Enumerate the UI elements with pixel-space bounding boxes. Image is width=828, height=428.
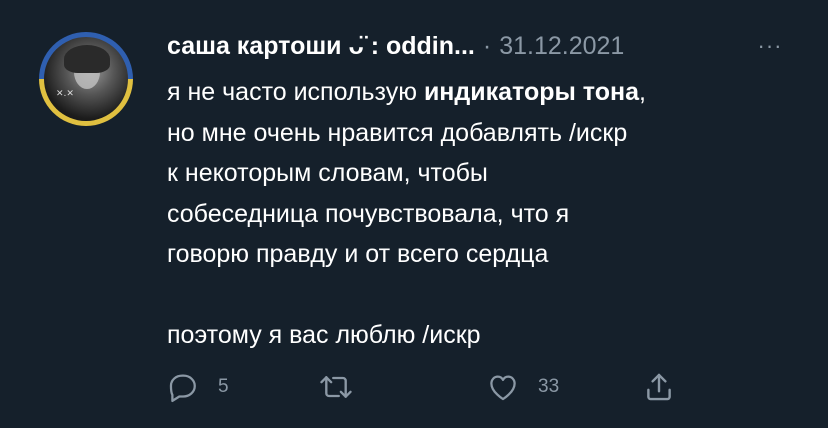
tweet-text-bold: индикаторы тона [423,78,640,106]
display-name[interactable]: саша картоши ᴗ̈ : oddin... [167,32,475,61]
reply-count: 5 [218,376,229,397]
like-button[interactable]: 33 [486,366,559,408]
tweet-text-line: но мне очень нравится добавлять /искр [167,118,628,147]
tweet-text-span: , [639,78,646,106]
tweet-header: саша картоши ᴗ̈ : oddin... · 31.12.2021 [167,30,624,62]
reply-icon [169,374,196,403]
tweet-text-line: собеседница почувствовала, что я [167,199,570,228]
share-button[interactable] [642,366,676,408]
header-separator: · [482,31,492,60]
retweet-button[interactable] [318,366,372,408]
like-icon [490,375,516,401]
tweet-text: я не часто использую индикаторы тона, но… [167,72,807,355]
reply-button[interactable]: 5 [166,366,229,408]
avatar-photo: ✕.✕ [44,37,128,121]
share-icon [647,373,671,401]
tweet-text-line: говорю правду и от всего сердца [167,240,549,268]
avatar[interactable]: ✕.✕ [39,32,133,126]
avatar-mark: ✕.✕ [56,89,74,99]
tweet-text-span: я не часто использую [167,78,424,106]
like-count: 33 [538,376,560,397]
tweet-text-line: поэтому я вас люблю /искр [167,320,481,349]
tweet-text-line: к некоторым словам, чтобы [167,159,488,187]
tweet-text-line: я не часто использую индикаторы тона, [167,72,807,113]
retweet-icon [320,376,352,398]
tweet-date[interactable]: 31.12.2021 [499,32,624,61]
tweet-actions: 5 33 [160,366,680,408]
more-options-button[interactable]: ··· [752,30,788,62]
more-icon: ··· [757,33,783,58]
avatar-hair [64,45,110,73]
